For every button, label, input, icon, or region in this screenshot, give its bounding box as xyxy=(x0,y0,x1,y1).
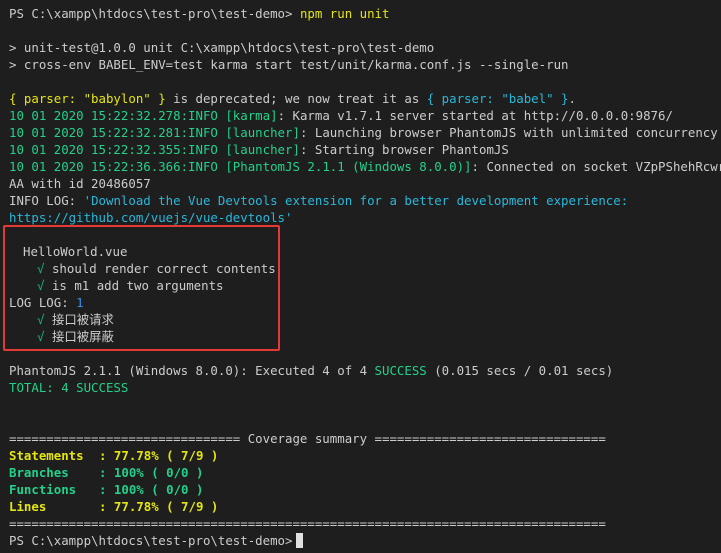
test-name: should render correct contents xyxy=(51,261,276,276)
coverage-value: : 100% ( 0/0 ) xyxy=(99,482,204,497)
terminal-window[interactable]: PS C:\xampp\htdocs\test-pro\test-demo> n… xyxy=(0,0,721,553)
total-success: TOTAL: 4 SUCCESS xyxy=(9,380,129,395)
check-icon: √ xyxy=(37,312,45,327)
prompt-command: npm run unit xyxy=(299,6,390,21)
log-tag: [karma] xyxy=(225,108,278,123)
console-log-line: LOG LOG: 1 xyxy=(9,294,84,311)
info-log-message: 'Download the Vue Devtools extension for… xyxy=(83,193,629,208)
console-log-value: 1 xyxy=(76,295,84,310)
text-cursor[interactable] xyxy=(296,533,304,548)
info-log-prefix: INFO LOG: xyxy=(9,193,84,208)
deprecation-warning: { parser: "babylon" } is deprecated; we … xyxy=(9,90,576,107)
devtools-url[interactable]: https://github.com/vuejs/vue-devtools' xyxy=(9,209,292,226)
log-tag: [launcher] xyxy=(225,125,300,140)
test-result: √ 接口被请求 xyxy=(37,311,114,328)
coverage-footer: ========================================… xyxy=(9,516,606,531)
test-result: √ should render correct contents xyxy=(37,260,276,277)
deprecation-text: is deprecated; we now treat it as xyxy=(165,91,427,106)
log-tag: [launcher] xyxy=(225,142,300,157)
test-result: √ 接口被屏蔽 xyxy=(37,328,114,345)
final-prompt-path: PS C:\xampp\htdocs\test-pro\test-demo> xyxy=(9,533,293,548)
log-message: : Connected on socket VZpPShehRcwrokO-AA xyxy=(471,159,721,174)
coverage-row-functions: Functions : 100% ( 0/0 ) xyxy=(9,481,203,498)
coverage-row-branches: Branches : 100% ( 0/0 ) xyxy=(9,464,203,481)
prompt-path: PS C:\xampp\htdocs\test-pro\test-demo> xyxy=(9,6,293,21)
test-name: is m1 add two arguments xyxy=(51,278,224,293)
new-parser: { parser: "babel" } xyxy=(426,91,569,106)
log-message: : Karma v1.7.1 server started at http://… xyxy=(277,108,673,123)
coverage-value: : 77.78% ( 7/9 ) xyxy=(99,448,219,463)
log-timestamp: 10 01 2020 15:22:32.355:INFO xyxy=(9,142,218,157)
execution-summary: PhantomJS 2.1.1 (Windows 8.0.0): Execute… xyxy=(9,362,613,379)
log-timestamp: 10 01 2020 15:22:32.278:INFO xyxy=(9,108,218,123)
success-label: SUCCESS xyxy=(374,363,427,378)
log-message: : Launching browser PhantomJS with unlim… xyxy=(299,125,718,140)
test-name: 接口被屏蔽 xyxy=(51,329,114,344)
log-tag: [PhantomJS 2.1.1 (Windows 8.0.0)] xyxy=(225,159,472,174)
test-result: √ is m1 add two arguments xyxy=(37,277,224,294)
log-line: 10 01 2020 15:22:32.355:INFO [launcher]:… xyxy=(9,141,509,158)
log-line: 10 01 2020 15:22:32.278:INFO [karma]: Ka… xyxy=(9,107,673,124)
prompt-line: PS C:\xampp\htdocs\test-pro\test-demo> n… xyxy=(9,5,389,22)
log-line: 10 01 2020 15:22:36.366:INFO [PhantomJS … xyxy=(9,158,721,175)
summary-prefix: PhantomJS 2.1.1 (Windows 8.0.0): Execute… xyxy=(9,363,375,378)
test-name: 接口被请求 xyxy=(51,312,114,327)
test-suite-name: HelloWorld.vue xyxy=(23,244,128,259)
check-icon: √ xyxy=(37,329,45,344)
socket-id-line: AA with id 20486057 xyxy=(9,176,151,191)
coverage-header: =============================== Coverage… xyxy=(9,431,606,446)
coverage-row-statements: Statements : 77.78% ( 7/9 ) xyxy=(9,447,218,464)
console-log-label: LOG LOG: xyxy=(9,295,77,310)
coverage-label: Branches xyxy=(9,465,69,480)
coverage-value: : 100% ( 0/0 ) xyxy=(99,465,204,480)
coverage-row-lines: Lines : 77.78% ( 7/9 ) xyxy=(9,498,218,515)
npm-header-line-1: > unit-test@1.0.0 unit C:\xampp\htdocs\t… xyxy=(9,40,435,55)
final-prompt-line[interactable]: PS C:\xampp\htdocs\test-pro\test-demo> xyxy=(9,532,304,549)
coverage-label: Functions xyxy=(9,482,77,497)
check-icon: √ xyxy=(37,278,45,293)
log-message: : Starting browser PhantomJS xyxy=(299,142,509,157)
summary-timing: (0.015 secs / 0.01 secs) xyxy=(426,363,614,378)
deprecation-period: . xyxy=(568,91,576,106)
deprecated-parser: { parser: "babylon" } xyxy=(9,91,166,106)
log-timestamp: 10 01 2020 15:22:36.366:INFO xyxy=(9,159,218,174)
log-timestamp: 10 01 2020 15:22:32.281:INFO xyxy=(9,125,218,140)
log-line: 10 01 2020 15:22:32.281:INFO [launcher]:… xyxy=(9,124,718,141)
coverage-label: Lines xyxy=(9,499,47,514)
check-icon: √ xyxy=(37,261,45,276)
info-log-line: INFO LOG: 'Download the Vue Devtools ext… xyxy=(9,192,628,209)
coverage-label: Statements xyxy=(9,448,84,463)
coverage-value: : 77.78% ( 7/9 ) xyxy=(99,499,219,514)
npm-header-line-2: > cross-env BABEL_ENV=test karma start t… xyxy=(9,57,569,72)
